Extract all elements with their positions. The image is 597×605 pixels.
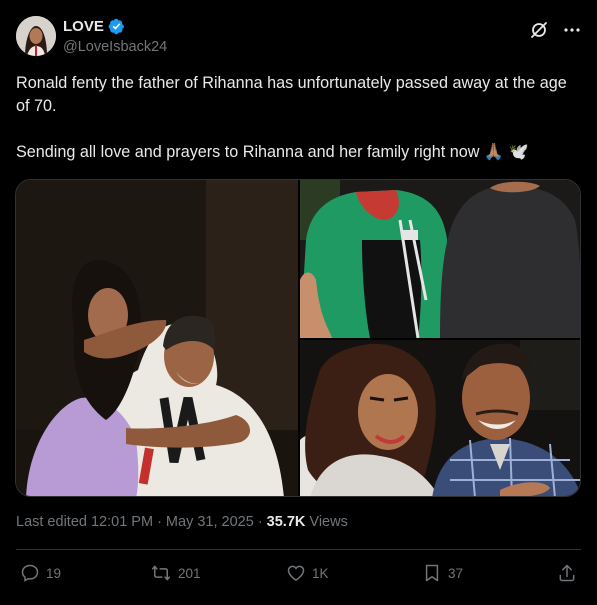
verified-badge-icon[interactable] (108, 18, 125, 35)
edited-timestamp[interactable]: Last edited 12:01 PM · May 31, 2025 · (16, 514, 267, 530)
post-header: LOVE @LoveIsback24 (16, 16, 581, 58)
repost-count: 201 (178, 565, 201, 581)
photo-3[interactable] (300, 340, 580, 496)
bookmark-button[interactable]: 37 (422, 563, 463, 583)
media-grid[interactable] (15, 179, 581, 497)
post-meta: Last edited 12:01 PM · May 31, 2025 · 35… (16, 514, 348, 530)
photo-1[interactable] (16, 180, 298, 496)
bookmark-count: 37 (448, 565, 464, 581)
like-button[interactable]: 1K (286, 563, 329, 583)
media-gutter-horizontal (300, 338, 580, 340)
views-label: Views (305, 514, 348, 530)
post-text-line-2: Sending all love and prayers to Rihanna … (16, 143, 529, 161)
display-name-text[interactable]: LOVE (63, 18, 104, 35)
author-handle[interactable]: @LoveIsback24 (63, 39, 167, 55)
more-icon[interactable] (563, 21, 581, 39)
author-names: LOVE @LoveIsback24 (63, 18, 167, 55)
reply-count: 19 (46, 565, 62, 581)
grok-icon[interactable] (529, 20, 549, 40)
like-count: 1K (312, 565, 329, 581)
repost-icon (151, 565, 171, 581)
reply-button[interactable]: 19 (20, 563, 61, 583)
header-icons (529, 20, 581, 40)
photo-2[interactable] (300, 180, 580, 338)
repost-button[interactable]: 201 (150, 563, 201, 583)
action-bar: 19 201 1K 37 (16, 563, 581, 587)
heart-icon (287, 565, 305, 581)
divider (16, 549, 581, 550)
post-text: Ronald fenty the father of Rihanna has u… (16, 72, 584, 164)
share-icon (559, 564, 575, 582)
post-text-line-1: Ronald fenty the father of Rihanna has u… (16, 74, 567, 115)
share-button[interactable] (557, 563, 577, 583)
author-display-name[interactable]: LOVE (63, 18, 125, 35)
bookmark-icon (425, 564, 439, 582)
author-avatar[interactable] (16, 16, 56, 56)
reply-icon (21, 564, 39, 582)
views-count: 35.7K (266, 514, 306, 530)
